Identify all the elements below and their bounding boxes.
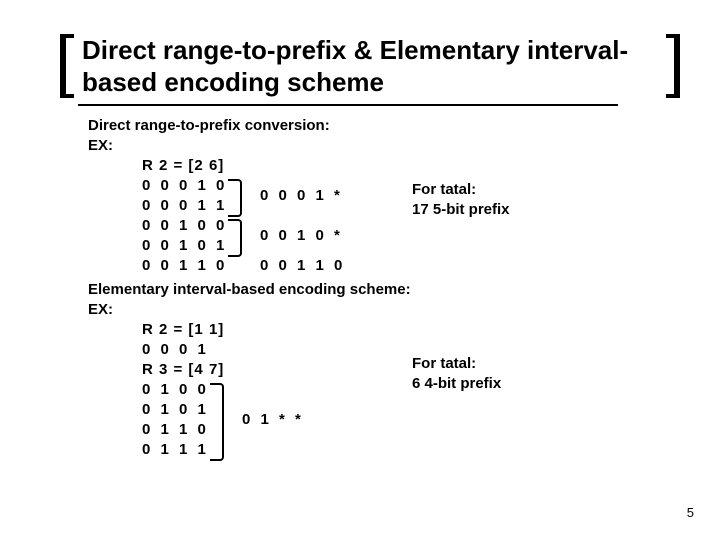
brace-icon xyxy=(228,179,242,217)
section2-content: R 2 = [1 1] 0 0 0 1 R 3 = [4 7] 0 1 0 0 … xyxy=(142,320,680,460)
bit-group-5: 0 0 0 1 0 0 0 0 1 1 0 0 1 0 0 0 0 1 0 1 … xyxy=(142,176,680,276)
section1-ex: EX: xyxy=(88,136,680,156)
slide-title: Direct range-to-prefix & Elementary inte… xyxy=(74,34,666,98)
bit-group-4: 0 1 0 0 0 1 0 1 0 1 1 0 0 1 1 1 0 1 * * xyxy=(142,380,680,460)
brace-icon xyxy=(228,219,242,257)
right-bracket-icon xyxy=(666,34,680,98)
section2-heading: Elementary interval-based encoding schem… xyxy=(88,280,680,300)
prefix-result: 0 0 1 0 * xyxy=(260,226,343,246)
page-number: 5 xyxy=(687,505,694,520)
section1-heading: Direct range-to-prefix conversion: xyxy=(88,116,680,136)
title-block: Direct range-to-prefix & Elementary inte… xyxy=(60,34,680,98)
prefix-result: 0 0 1 1 0 xyxy=(260,256,345,276)
body: Direct range-to-prefix conversion: EX: R… xyxy=(88,116,680,460)
bit-row: 0 0 0 1 1 xyxy=(142,196,680,216)
prefix-result: 0 1 * * xyxy=(242,410,304,430)
section2-ex: EX: xyxy=(88,300,680,320)
note-line: For tatal: xyxy=(412,354,501,374)
bit-row: 0 0 1 0 0 xyxy=(142,216,680,236)
note-line: 17 5-bit prefix xyxy=(412,200,510,220)
range-r2b: R 2 = [1 1] xyxy=(142,320,680,340)
title-underline xyxy=(78,104,618,106)
range-r2: R 2 = [2 6] xyxy=(142,156,680,176)
brace-icon xyxy=(210,383,224,461)
bit-row: 0 0 1 0 1 xyxy=(142,236,680,256)
note-line: 6 4-bit prefix xyxy=(412,374,501,394)
note-block: For tatal: 6 4-bit prefix xyxy=(412,354,501,394)
slide: Direct range-to-prefix & Elementary inte… xyxy=(0,0,720,540)
note-block: For tatal: 17 5-bit prefix xyxy=(412,180,510,220)
bit-row: 0 0 1 1 0 xyxy=(142,256,680,276)
note-line: For tatal: xyxy=(412,180,510,200)
section1-content: R 2 = [2 6] 0 0 0 1 0 0 0 0 1 1 0 0 1 0 … xyxy=(142,156,680,276)
bit-row: 0 0 0 1 xyxy=(142,340,680,360)
left-bracket-icon xyxy=(60,34,74,98)
range-r3: R 3 = [4 7] xyxy=(142,360,680,380)
bit-row: 0 0 0 1 0 xyxy=(142,176,680,196)
prefix-result: 0 0 0 1 * xyxy=(260,186,343,206)
